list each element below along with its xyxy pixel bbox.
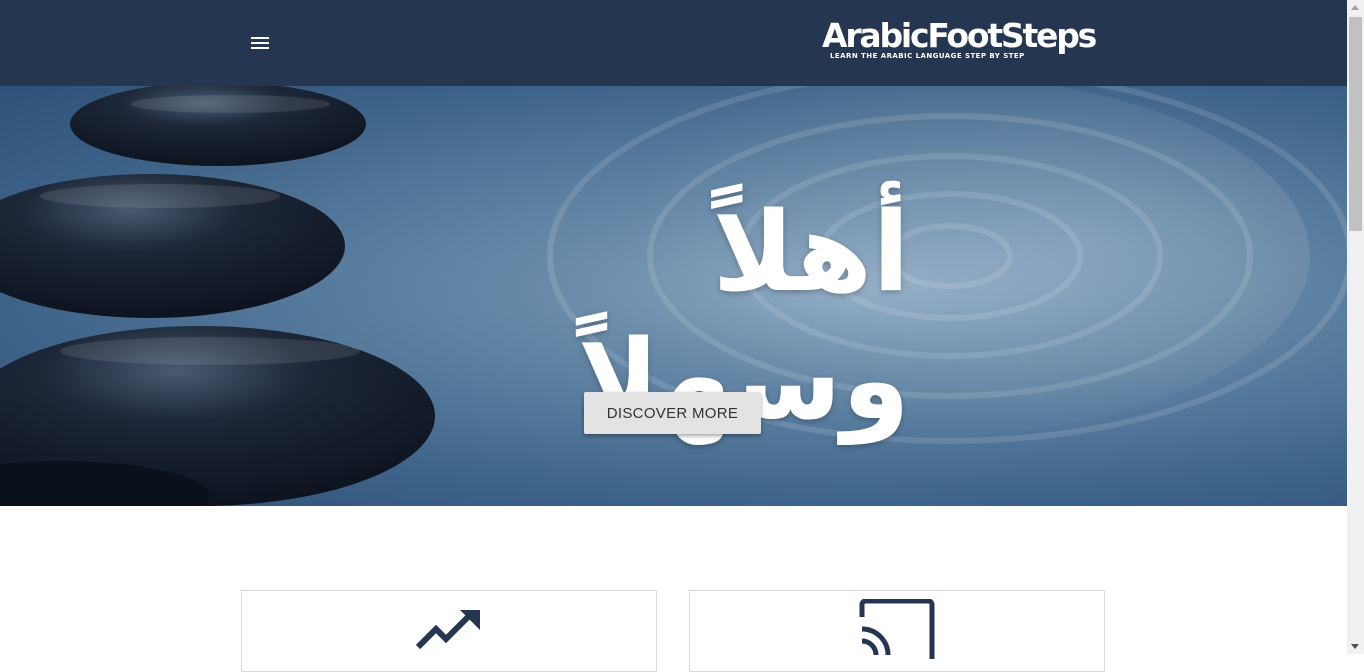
brand-name: ArabicFootSteps [822, 16, 1097, 55]
cast-icon [859, 599, 935, 659]
discover-more-button[interactable]: DISCOVER MORE [584, 392, 761, 434]
top-navbar: ArabicFootSteps LEARN THE ARABIC LANGUAG… [0, 0, 1347, 86]
scrollbar-thumb[interactable] [1349, 17, 1362, 231]
feature-card [241, 590, 657, 672]
hamburger-menu-icon[interactable] [250, 33, 272, 51]
feature-card [689, 590, 1105, 672]
page-scrollbar[interactable] [1347, 0, 1364, 654]
site-logo[interactable]: ArabicFootSteps LEARN THE ARABIC LANGUAG… [822, 16, 1097, 64]
scroll-up-arrow-icon[interactable] [1351, 5, 1359, 10]
hero-banner: أهلاً وسهلاً DISCOVER MORE [0, 86, 1347, 506]
brand-tagline: LEARN THE ARABIC LANGUAGE STEP BY STEP [830, 52, 1025, 60]
scroll-down-arrow-icon[interactable] [1351, 644, 1359, 649]
trending-up-icon [415, 610, 480, 650]
